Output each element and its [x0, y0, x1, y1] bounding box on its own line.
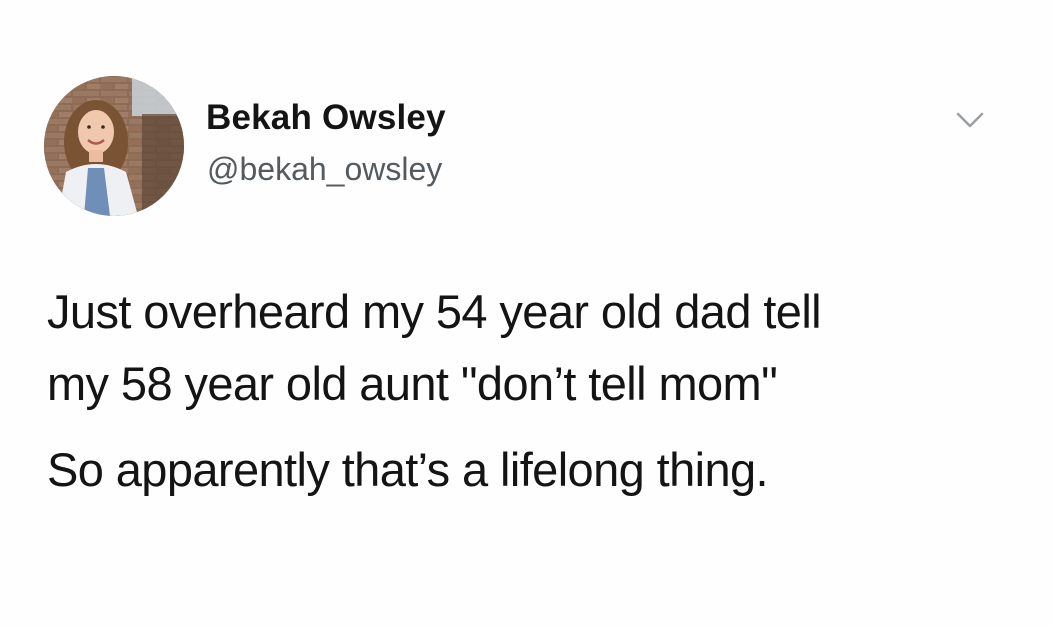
tweet-text-line: So apparently that’s a lifelong thing.	[47, 443, 769, 496]
chevron-down-icon[interactable]	[953, 108, 987, 132]
tweet-text-line: my 58 year old aunt "don’t tell mom"	[47, 357, 778, 410]
tweet-text: Just overheard my 54 year old dad tell m…	[47, 276, 1037, 506]
tweet-text-line: Just overheard my 54 year old dad tell	[47, 285, 822, 338]
author-display-name[interactable]: Bekah Owsley	[206, 98, 446, 138]
profile-photo	[44, 76, 184, 216]
tweet-card: Bekah Owsley @bekah_owsley Just overhear…	[0, 0, 1052, 626]
author-handle[interactable]: @bekah_owsley	[207, 151, 442, 188]
avatar[interactable]	[44, 76, 184, 216]
